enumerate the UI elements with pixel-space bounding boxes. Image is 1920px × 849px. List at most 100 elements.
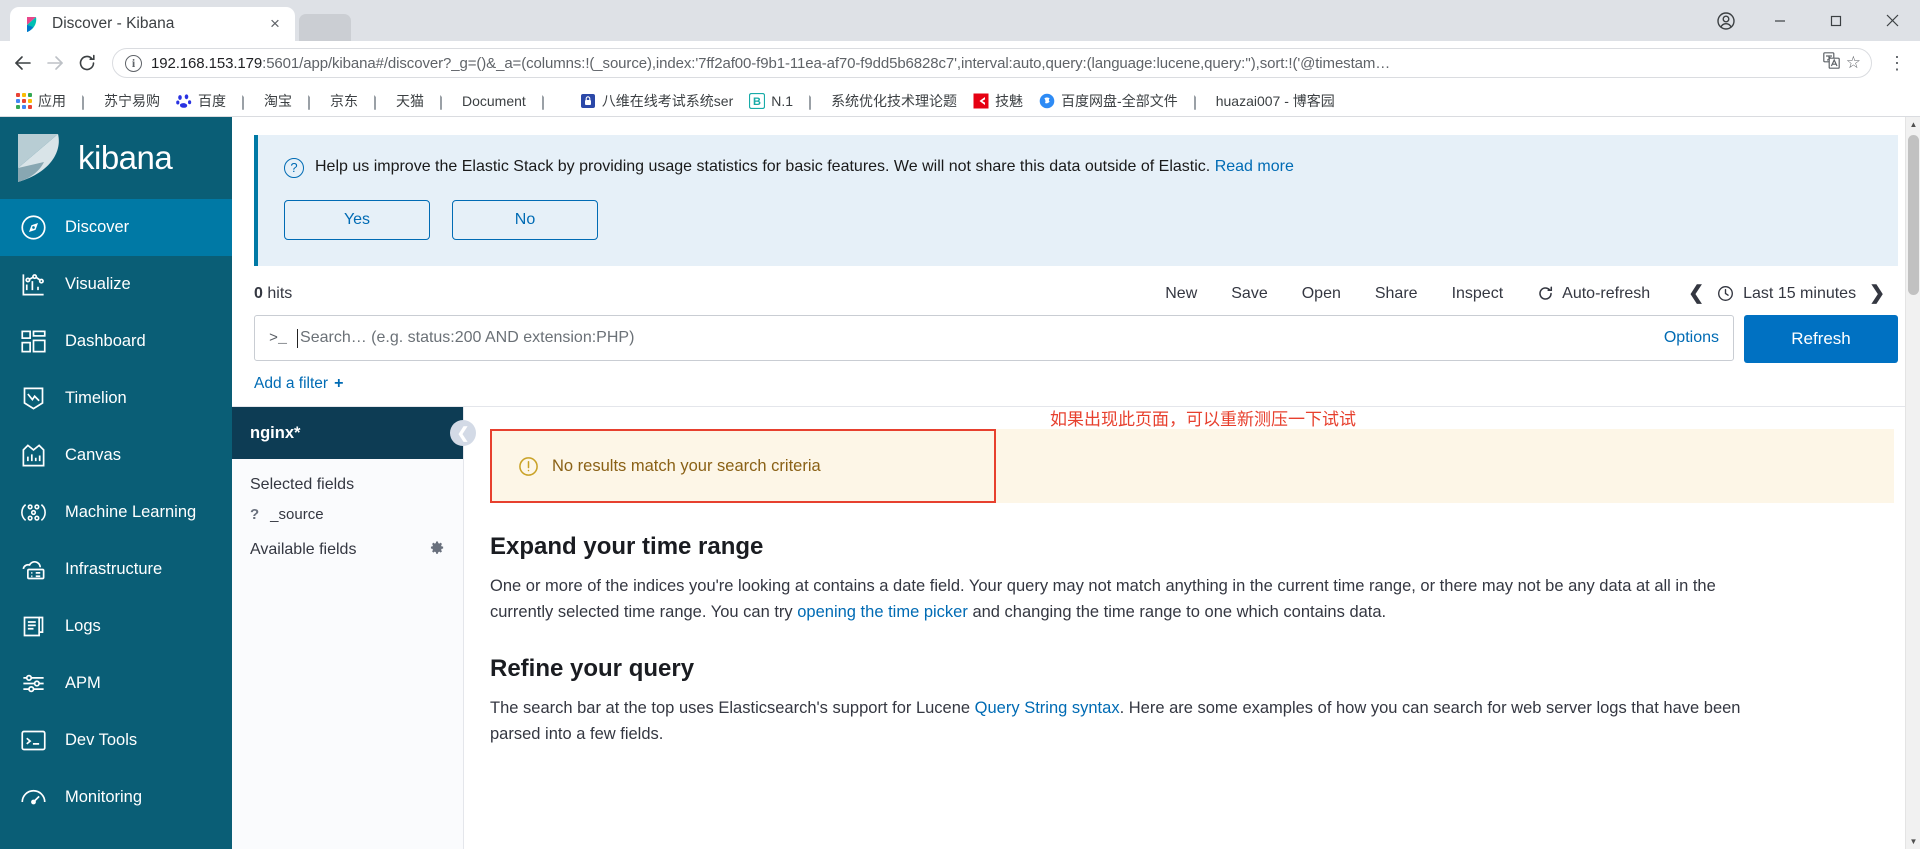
filter-bar: Add a filter + xyxy=(232,363,1920,406)
index-pattern-selector[interactable]: nginx* ❮ xyxy=(232,407,476,459)
save-button[interactable]: Save xyxy=(1214,285,1284,303)
scroll-down-arrow[interactable]: ▼ xyxy=(1906,834,1920,849)
bookmark-jd[interactable]: 京东 xyxy=(300,88,366,114)
sidebar-item-label: Dashboard xyxy=(65,332,146,350)
lucene-syntax-link[interactable]: Query String syntax xyxy=(975,699,1120,717)
sidebar-item-discover[interactable]: Discover xyxy=(0,199,232,256)
add-filter-button[interactable]: Add a filter + xyxy=(254,375,343,393)
bookmark-label: 京东 xyxy=(330,92,358,109)
translate-icon[interactable] xyxy=(1822,52,1840,74)
time-next-icon[interactable]: ❯ xyxy=(1856,282,1898,305)
bookmark-star-icon[interactable]: ☆ xyxy=(1846,53,1861,73)
page-scrollbar[interactable]: ▲ ▼ xyxy=(1905,117,1920,849)
share-button[interactable]: Share xyxy=(1358,285,1435,303)
sidebar-item-canvas[interactable]: Canvas xyxy=(0,427,232,484)
reload-icon[interactable] xyxy=(72,48,102,78)
sidebar-item-visualize[interactable]: Visualize xyxy=(0,256,232,313)
read-more-link[interactable]: Read more xyxy=(1215,158,1294,175)
svg-text:B: B xyxy=(753,96,761,108)
bookmark-taobao[interactable]: 淘宝 xyxy=(234,88,300,114)
collapse-sidebar-button[interactable]: ❮ xyxy=(450,420,476,446)
bookmark-exam-system[interactable]: 八维在线考试系统ser xyxy=(572,88,741,114)
sidebar-item-dashboard[interactable]: Dashboard xyxy=(0,313,232,370)
browser-window: Discover - Kibana × i 192.168.153.179:56… xyxy=(0,0,1920,849)
add-filter-label: Add a filter xyxy=(254,375,329,392)
time-picker-link[interactable]: opening the time picker xyxy=(797,603,968,621)
kibana-main: ? Help us improve the Elastic Stack by p… xyxy=(232,117,1920,849)
new-tab-button[interactable] xyxy=(299,14,351,41)
kibana-logo[interactable]: kibana xyxy=(0,117,232,199)
sidebar-item-infrastructure[interactable]: Infrastructure xyxy=(0,541,232,598)
chart-icon xyxy=(22,274,44,296)
bookmark-n1[interactable]: B N.1 xyxy=(741,90,801,112)
refine-query-heading: Refine your query xyxy=(490,655,695,683)
text-after: and changing the time range to one which… xyxy=(967,602,1387,621)
bookmark-apps[interactable]: 应用 xyxy=(8,88,74,114)
profile-avatar[interactable] xyxy=(1700,0,1752,41)
bookmark-system-optimization[interactable]: 系统优化技术理论题 xyxy=(801,88,965,114)
sidebar-item-timelion[interactable]: Timelion xyxy=(0,370,232,427)
bookmark-baidu-pan[interactable]: 百度网盘-全部文件 xyxy=(1031,88,1186,114)
address-bar[interactable]: i 192.168.153.179:5601/app/kibana#/disco… xyxy=(112,48,1872,78)
no-results-callout: No results match your search criteria xyxy=(490,429,996,503)
bookmark-unnamed[interactable] xyxy=(534,90,572,112)
bookmark-suning[interactable]: 苏宁易购 xyxy=(74,88,168,114)
bookmark-huazai007[interactable]: huazai007 - 博客园 xyxy=(1186,88,1343,114)
kibana-sidebar: kibana Discover Visualize Dashboard Time… xyxy=(0,117,232,849)
gear-icon[interactable] xyxy=(430,540,445,559)
minimize-button[interactable] xyxy=(1752,0,1808,41)
discover-body: nginx* ❮ Selected fields ? _source Avail… xyxy=(232,406,1920,849)
bookmark-label: 淘宝 xyxy=(264,92,292,109)
inspect-button[interactable]: Inspect xyxy=(1435,285,1521,303)
bookmark-label: 应用 xyxy=(38,92,66,109)
time-range-picker[interactable]: Last 15 minutes xyxy=(1717,285,1856,303)
bookmark-tmall[interactable]: 天猫 xyxy=(366,88,432,114)
selected-fields-label: Selected fields xyxy=(250,476,355,493)
browser-menu-icon[interactable]: ⋮ xyxy=(1882,48,1912,78)
sidebar-item-apm[interactable]: APM xyxy=(0,655,232,712)
query-options-button[interactable]: Options xyxy=(1652,329,1719,347)
field-type-icon: ? xyxy=(250,506,260,523)
auto-refresh-button[interactable]: Auto-refresh xyxy=(1520,285,1667,303)
refresh-button[interactable]: Refresh xyxy=(1744,315,1898,363)
maximize-button[interactable] xyxy=(1808,0,1864,41)
sidebar-item-logs[interactable]: Logs xyxy=(0,598,232,655)
sidebar-item-dev-tools[interactable]: Dev Tools xyxy=(0,712,232,769)
page-icon xyxy=(1193,91,1210,110)
bookmark-jimei[interactable]: 技魅 xyxy=(965,88,1031,114)
field-item-source[interactable]: ? _source xyxy=(232,494,463,523)
search-input[interactable]: >_ Search… (e.g. status:200 AND extensio… xyxy=(254,315,1734,361)
available-fields-header: Available fields xyxy=(232,523,463,559)
telemetry-yes-button[interactable]: Yes xyxy=(284,200,430,240)
bookmark-label: 百度网盘-全部文件 xyxy=(1061,92,1178,109)
url-path: :5601/app/kibana#/discover?_g=()&_a=(col… xyxy=(262,54,1391,72)
letter-b-icon: B xyxy=(749,92,766,109)
page-icon xyxy=(374,91,390,110)
time-prev-icon[interactable]: ❮ xyxy=(1675,282,1717,305)
window-controls xyxy=(1700,0,1920,41)
window-close-button[interactable] xyxy=(1864,0,1920,41)
site-info-icon[interactable]: i xyxy=(125,54,142,72)
canvas-icon xyxy=(22,444,45,467)
open-button[interactable]: Open xyxy=(1285,285,1358,303)
back-icon[interactable] xyxy=(8,48,38,78)
browser-tab[interactable]: Discover - Kibana × xyxy=(10,7,295,41)
sidebar-item-machine-learning[interactable]: Machine Learning xyxy=(0,484,232,541)
scrollbar-thumb[interactable] xyxy=(1908,135,1919,295)
page-icon xyxy=(82,91,98,110)
scroll-up-arrow[interactable]: ▲ xyxy=(1906,117,1920,132)
forward-icon[interactable] xyxy=(40,48,70,78)
bookmark-label: 苏宁易购 xyxy=(104,92,160,109)
bookmark-baidu[interactable]: 百度 xyxy=(168,88,234,114)
new-button[interactable]: New xyxy=(1148,285,1214,303)
sidebar-item-monitoring[interactable]: Monitoring xyxy=(0,769,232,826)
bookmark-document[interactable]: Document xyxy=(432,90,534,112)
compass-icon xyxy=(21,215,46,240)
text-caret xyxy=(297,328,299,348)
telemetry-no-button[interactable]: No xyxy=(452,200,598,240)
navigation-bar: i 192.168.153.179:5601/app/kibana#/disco… xyxy=(0,41,1920,85)
clock-icon xyxy=(1718,286,1734,301)
close-icon[interactable]: × xyxy=(265,14,285,34)
url-host: 192.168.153.179 xyxy=(151,54,263,72)
logs-icon xyxy=(23,616,44,637)
